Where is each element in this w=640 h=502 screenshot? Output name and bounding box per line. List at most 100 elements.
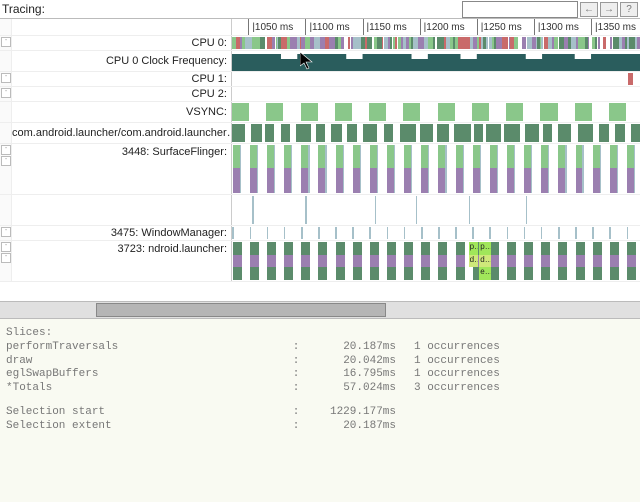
slice-bar[interactable] bbox=[610, 37, 612, 49]
slice-bar[interactable] bbox=[251, 124, 262, 142]
slice-bar[interactable] bbox=[525, 124, 540, 142]
slice-bar[interactable] bbox=[394, 145, 395, 193]
slice-bar[interactable] bbox=[558, 124, 572, 142]
slice-bar[interactable] bbox=[335, 227, 337, 239]
slice-bar[interactable] bbox=[421, 227, 423, 239]
slice-bar[interactable] bbox=[610, 255, 619, 267]
slice-bar[interactable] bbox=[375, 196, 376, 224]
slice-bar[interactable] bbox=[233, 242, 242, 255]
slice-bar[interactable] bbox=[384, 124, 393, 142]
row-cpu1[interactable]: - CPU 1: bbox=[0, 72, 640, 87]
slice-bar[interactable] bbox=[609, 103, 626, 121]
slice-bar[interactable] bbox=[265, 124, 274, 142]
row-cpu0-freq[interactable]: CPU 0 Clock Frequency: bbox=[0, 51, 640, 72]
slice-bar[interactable] bbox=[369, 103, 386, 121]
slice-bar[interactable] bbox=[469, 196, 470, 224]
slice-bar[interactable] bbox=[404, 255, 413, 267]
timeline-area[interactable]: |1050 ms|1100 ms|1150 ms|1200 ms|1250 ms… bbox=[0, 19, 640, 301]
slice-bar[interactable] bbox=[284, 242, 293, 255]
slice-bar[interactable] bbox=[514, 37, 518, 49]
slice-bar[interactable] bbox=[291, 145, 292, 193]
slice-bar[interactable] bbox=[301, 255, 310, 267]
slice-bar[interactable] bbox=[507, 267, 516, 280]
slice-bar[interactable] bbox=[360, 145, 361, 193]
slice-bar[interactable] bbox=[336, 242, 345, 255]
slice-bar[interactable] bbox=[454, 124, 471, 142]
slice-bar[interactable] bbox=[531, 145, 532, 193]
slice-bar[interactable] bbox=[593, 242, 602, 255]
slice-bar[interactable] bbox=[250, 255, 259, 267]
slice-bar[interactable] bbox=[318, 255, 327, 267]
slice-bar[interactable] bbox=[592, 227, 594, 239]
slice-bar[interactable] bbox=[369, 227, 371, 239]
slice-bar[interactable] bbox=[433, 37, 435, 49]
slice-bar[interactable] bbox=[526, 196, 527, 224]
slice-bar[interactable] bbox=[497, 145, 498, 193]
slice-bar[interactable] bbox=[565, 145, 566, 193]
slice-bar[interactable] bbox=[524, 255, 533, 267]
slice-bar[interactable] bbox=[331, 124, 342, 142]
slice-bar[interactable] bbox=[507, 242, 516, 255]
row-launcher-surface[interactable]: com.android.launcher/com.android.launche… bbox=[0, 123, 640, 144]
slice-bar[interactable] bbox=[627, 267, 636, 280]
slice-bar[interactable] bbox=[404, 267, 413, 280]
slice-bar[interactable] bbox=[387, 267, 396, 280]
slice-bar[interactable] bbox=[240, 145, 241, 193]
slice-bar[interactable] bbox=[610, 242, 619, 255]
slice-bar[interactable] bbox=[455, 227, 457, 239]
slice-bar[interactable] bbox=[411, 145, 412, 193]
slice-bar[interactable] bbox=[370, 242, 379, 255]
slice-bar[interactable] bbox=[232, 124, 245, 142]
slice-bar[interactable] bbox=[363, 124, 377, 142]
row-cpu2[interactable]: - CPU 2: bbox=[0, 87, 640, 102]
slice-bar[interactable] bbox=[540, 103, 557, 121]
slice-bar[interactable] bbox=[336, 255, 345, 267]
slice-bar[interactable] bbox=[575, 103, 592, 121]
slice-bar[interactable] bbox=[301, 103, 318, 121]
slice-bar[interactable]: draw bbox=[479, 255, 491, 267]
slice-bar[interactable] bbox=[400, 124, 417, 142]
slice-bar[interactable] bbox=[318, 242, 327, 255]
slice-bar[interactable] bbox=[438, 255, 447, 267]
slice-bar[interactable] bbox=[541, 255, 550, 267]
slice-bar[interactable] bbox=[281, 124, 290, 142]
slice-bar[interactable] bbox=[627, 227, 629, 239]
slice-bar[interactable] bbox=[416, 196, 417, 224]
slice-bar[interactable] bbox=[456, 267, 465, 280]
slice-bar[interactable] bbox=[514, 145, 515, 193]
slice-bar[interactable] bbox=[353, 255, 362, 267]
slice-bar[interactable] bbox=[438, 267, 447, 280]
slice-bar[interactable] bbox=[558, 267, 567, 280]
slice-bar[interactable] bbox=[556, 37, 558, 49]
slice-bar[interactable] bbox=[267, 227, 269, 239]
slice-bar[interactable] bbox=[627, 255, 636, 267]
slice-bar[interactable] bbox=[250, 242, 259, 255]
slice-bar[interactable] bbox=[421, 255, 430, 267]
slice-bar[interactable] bbox=[252, 196, 253, 224]
slice-bar[interactable] bbox=[600, 145, 601, 193]
row-ndroid-launcher[interactable]: -- 3723: ndroid.launcher: p…per…drawdraw… bbox=[0, 241, 640, 282]
slice-bar[interactable] bbox=[438, 227, 440, 239]
slice-bar[interactable] bbox=[558, 242, 567, 255]
slice-bar[interactable] bbox=[631, 124, 640, 142]
slice-bar[interactable] bbox=[318, 267, 327, 280]
slice-bar[interactable] bbox=[335, 103, 352, 121]
slice-bar[interactable] bbox=[301, 227, 303, 239]
slice-bar[interactable] bbox=[305, 196, 306, 224]
slice-bar[interactable]: egl… bbox=[479, 267, 491, 280]
slice-bar[interactable] bbox=[420, 124, 434, 142]
slice-bar[interactable] bbox=[257, 145, 258, 193]
slice-bar[interactable] bbox=[472, 103, 489, 121]
slice-bar[interactable] bbox=[403, 103, 420, 121]
slice-bar[interactable] bbox=[274, 145, 275, 193]
slice-bar[interactable] bbox=[617, 145, 618, 193]
slice-bar[interactable] bbox=[558, 255, 567, 267]
slice-bar[interactable] bbox=[445, 145, 446, 193]
scrollbar-thumb[interactable] bbox=[96, 303, 386, 317]
row-cpu0[interactable]: - CPU 0: bbox=[0, 36, 640, 51]
slice-bar[interactable] bbox=[232, 103, 249, 121]
timeline-scrollbar[interactable] bbox=[0, 301, 640, 319]
slice-bar[interactable] bbox=[296, 124, 311, 142]
slice-bar[interactable] bbox=[576, 242, 585, 255]
slice-bar[interactable] bbox=[474, 124, 482, 142]
